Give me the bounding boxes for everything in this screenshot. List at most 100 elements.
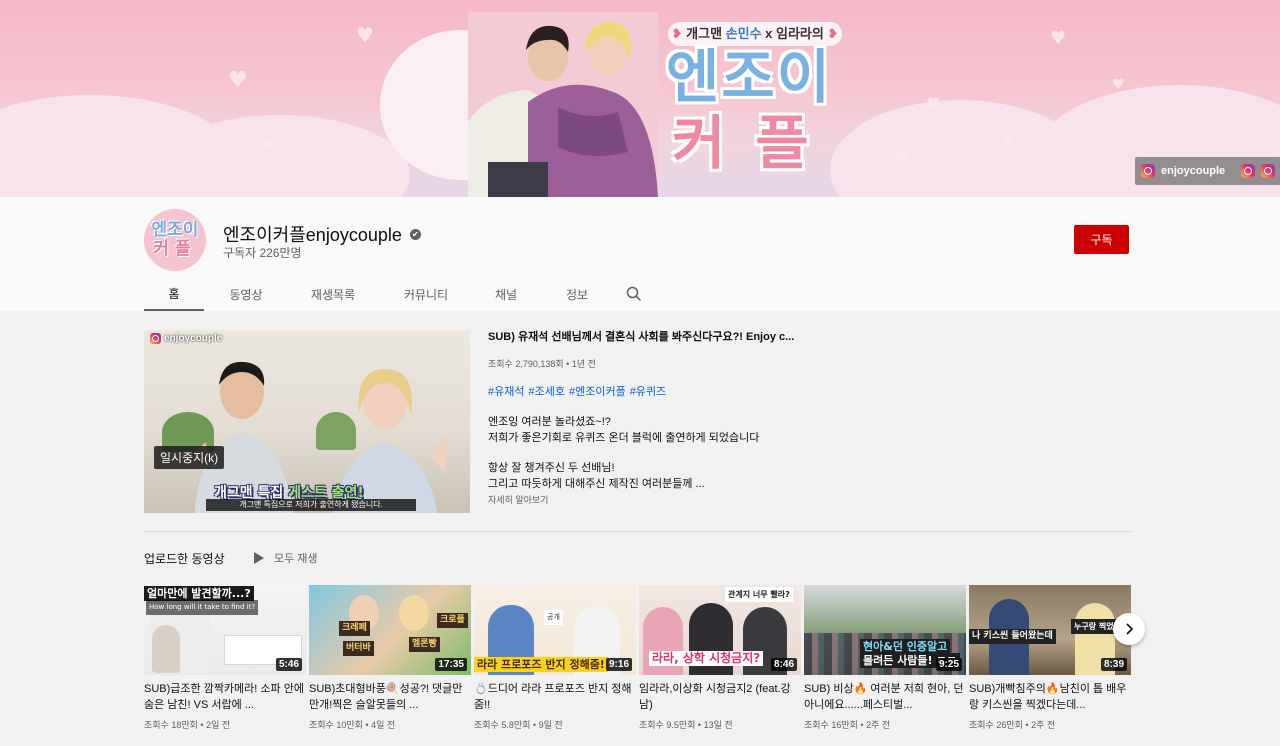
subscriber-count: 구독자 226만명: [223, 246, 302, 260]
video-meta: 조회수 10만회 • 4일 전: [309, 720, 396, 730]
banner-links[interactable]: enjoycouple: [1135, 157, 1280, 185]
video-thumbnail[interactable]: 공개 라라 프로포즈 반지 정해줌! 9:16: [474, 585, 636, 675]
video-meta: 조회수 16만회 • 2주 전: [804, 720, 891, 730]
uploads-section-title[interactable]: 업로드한 동영상: [144, 550, 225, 567]
channel-tabs: 홈 동영상 재생목록 커뮤니티 채널 정보: [144, 277, 652, 311]
video-duration: 9:25: [935, 658, 962, 671]
video-card[interactable]: 얼마만에 발견할까...? How long will it take to f…: [144, 585, 306, 731]
video-card[interactable]: 현아&던 인증알고 몰려든 사람들! ㄷㄷ 9:25 SUB) 비상🔥 여러분 …: [804, 585, 966, 731]
tagline-text: 개그맨: [686, 26, 726, 41]
play-all-button[interactable]: 모두 재생: [254, 550, 318, 566]
heart-icon: ♥: [260, 139, 273, 155]
video-title[interactable]: SUB)개빡침주의🔥남친이 톱 배우랑 키스씬을 찍겠다는데...: [969, 681, 1131, 713]
video-card[interactable]: 크레페 크로플 멜론빵 버터바 17:35 SUB)초대형바풍🍭성공?! 댓글만…: [309, 585, 471, 731]
heart-icon: ❥: [827, 26, 839, 41]
video-card[interactable]: 나 키스씬 들어왔는데 누구랑 찍었다고? 8:39 SUB)개빡침주의🔥남친이…: [969, 585, 1131, 731]
instagram-icon[interactable]: [1241, 164, 1256, 178]
video-meta: 조회수 18만회 • 2일 전: [144, 720, 231, 730]
instagram-icon[interactable]: [1141, 164, 1155, 178]
thumbnail-caption: 라라, 상학 시청금지?: [649, 651, 764, 666]
video-duration: 8:39: [1100, 658, 1127, 671]
play-all-label: 모두 재생: [274, 553, 318, 565]
read-more-link[interactable]: 자세히 알아보기: [488, 494, 818, 506]
thumbnail-caption: 멜론빵: [409, 637, 440, 652]
thumbnail-caption: 현아&던 인증알고: [860, 639, 951, 654]
video-thumbnail[interactable]: 크레페 크로플 멜론빵 버터바 17:35: [309, 585, 471, 675]
tagline-name: 손민수: [725, 26, 762, 41]
person-figure: [399, 595, 429, 631]
thumbnail-caption: 크로플: [437, 613, 468, 628]
tab-playlists[interactable]: 재생목록: [288, 277, 378, 311]
banner-logo-line1: 엔조이: [666, 43, 833, 111]
description-line: 저희가 좋은기회로 유퀴즈 온더 블럭에 출연하게 되었습니다: [488, 431, 760, 444]
hashtag-link[interactable]: #유재석: [488, 385, 524, 399]
video-title[interactable]: 임라라,이상화 시청금지2 (feat.강남): [639, 681, 801, 713]
heart-icon: ♥: [926, 94, 941, 113]
video-thumbnail[interactable]: 나 키스씬 들어왔는데 누구랑 찍었다고? 8:39: [969, 585, 1131, 675]
watermark-text: enjoycouple: [164, 333, 223, 344]
video-meta: 조회수 5.8만회 • 9일 전: [474, 720, 563, 730]
avatar-text: 커플: [153, 239, 197, 259]
heart-icon: ❥: [671, 26, 683, 41]
hashtag-link[interactable]: #유퀴즈: [630, 385, 666, 399]
verified-icon: ✔: [409, 228, 421, 240]
play-icon: [254, 552, 264, 564]
featured-video-info: SUB) 유재석 선배님께서 결혼식 사회를 봐주신다구요?! Enjoy c.…: [488, 330, 818, 506]
featured-video-meta: 조회수 2,790,138회 • 1년 전: [488, 359, 596, 369]
video-duration: 9:16: [605, 658, 632, 671]
description-line: 그리고 따듯하게 대해주신 제작진 여러분들께 ...: [488, 477, 705, 490]
chevron-right-icon: [1126, 623, 1134, 635]
thumbnail-caption: 크레페: [339, 621, 370, 636]
banner-logo-line2: 커플: [672, 109, 839, 177]
heart-icon: ♥: [893, 146, 911, 170]
heart-icon: ♥: [1112, 77, 1125, 93]
hashtag-list: #유재석 #조세호 #엔조이커플 #유퀴즈: [488, 385, 818, 399]
hashtag-link[interactable]: #조세호: [528, 385, 564, 399]
video-title[interactable]: SUB)급조한 깜짝카메라! 소파 안에 숨은 남친! VS 서랍에 ...: [144, 681, 306, 713]
tab-channels[interactable]: 채널: [474, 277, 538, 311]
video-duration: 5:46: [275, 658, 302, 671]
channel-banner: ♥ ♥ ♥ ♥ ♥ ♥ ♥ ♥ ❥ 개그맨 손민수 x 임라라의 ❥ 엔조이 커…: [0, 0, 1280, 197]
subscribe-button[interactable]: 구독: [1074, 225, 1129, 254]
description-line: 엔조잉 여러분 놀라셨죠~!?: [488, 416, 611, 428]
next-arrow-button[interactable]: [1113, 613, 1145, 645]
channel-avatar[interactable]: 엔조이 커플: [144, 209, 206, 271]
thumbnail-caption: 관계지 너무 빨라?: [725, 587, 793, 602]
video-duration: 8:46: [770, 658, 797, 671]
instagram-icon[interactable]: [1261, 164, 1276, 178]
tab-about[interactable]: 정보: [538, 277, 616, 311]
tab-home[interactable]: 홈: [144, 277, 204, 311]
pause-tooltip: 일시중지(k): [154, 446, 225, 469]
thumbnail-caption: 라라 프로포즈 반지 정해줌!: [474, 657, 608, 672]
search-icon[interactable]: [616, 277, 652, 311]
tab-community[interactable]: 커뮤니티: [378, 277, 474, 311]
video-subtitle: 개그맨 특집으로 저희가 출연하게 됐습니다.: [206, 499, 416, 511]
featured-video-title[interactable]: SUB) 유재석 선배님께서 결혼식 사회를 봐주신다구요?! Enjoy c.…: [488, 330, 818, 344]
video-duration: 17:35: [435, 658, 467, 671]
featured-video-player[interactable]: enjoycouple 일시중지(k) 개그맨 특집 게스트 출연! 개그맨 특…: [144, 330, 470, 513]
hashtag-link[interactable]: #엔조이커플: [569, 385, 626, 399]
video-thumbnail[interactable]: 관계지 너무 빨라? 라라, 상학 시청금지? 8:46: [639, 585, 801, 675]
thumbnail-caption: 얼마만에 발견할까...?: [144, 586, 254, 601]
tagline-text: x 임라라의: [761, 26, 824, 41]
channel-header: 엔조이 커플 엔조이커플enjoycouple ✔ 구독자 226만명 구독 홈…: [0, 197, 1280, 311]
thumbnail-caption: How long will it take to find it?: [146, 600, 259, 615]
channel-watermark: enjoycouple: [150, 333, 222, 344]
tab-videos[interactable]: 동영상: [204, 277, 288, 311]
instagram-link-label[interactable]: enjoycouple: [1161, 165, 1225, 177]
person-figure: [152, 625, 180, 673]
banner-logo: 엔조이 커플: [666, 44, 839, 176]
description-line: 항상 잘 챙겨주신 두 선배님!: [488, 462, 615, 474]
thumbnail-caption: 나 키스씬 들어왔는데: [969, 629, 1056, 644]
heart-icon: ♥: [228, 68, 248, 93]
instagram-icon: [150, 333, 161, 344]
video-card[interactable]: 공개 라라 프로포즈 반지 정해줌! 9:16 💍드디어 라라 프로포즈 반지 …: [474, 585, 636, 731]
video-title[interactable]: SUB)초대형바풍🍭성공?! 댓글만 만개!찍은 슬알못들의 ...: [309, 681, 471, 713]
video-thumbnail[interactable]: 얼마만에 발견할까...? How long will it take to f…: [144, 585, 306, 675]
video-meta: 조회수 26만회 • 2주 전: [969, 720, 1056, 730]
video-title[interactable]: SUB) 비상🔥 여러분 저희 현아, 던 아니에요......페스티벌...: [804, 681, 966, 713]
video-meta: 조회수 9.5만회 • 13일 전: [639, 720, 733, 730]
video-thumbnail[interactable]: 현아&던 인증알고 몰려든 사람들! ㄷㄷ 9:25: [804, 585, 966, 675]
video-card[interactable]: 관계지 너무 빨라? 라라, 상학 시청금지? 8:46 임라라,이상화 시청금…: [639, 585, 801, 731]
video-title[interactable]: 💍드디어 라라 프로포즈 반지 정해줌!!: [474, 681, 636, 713]
